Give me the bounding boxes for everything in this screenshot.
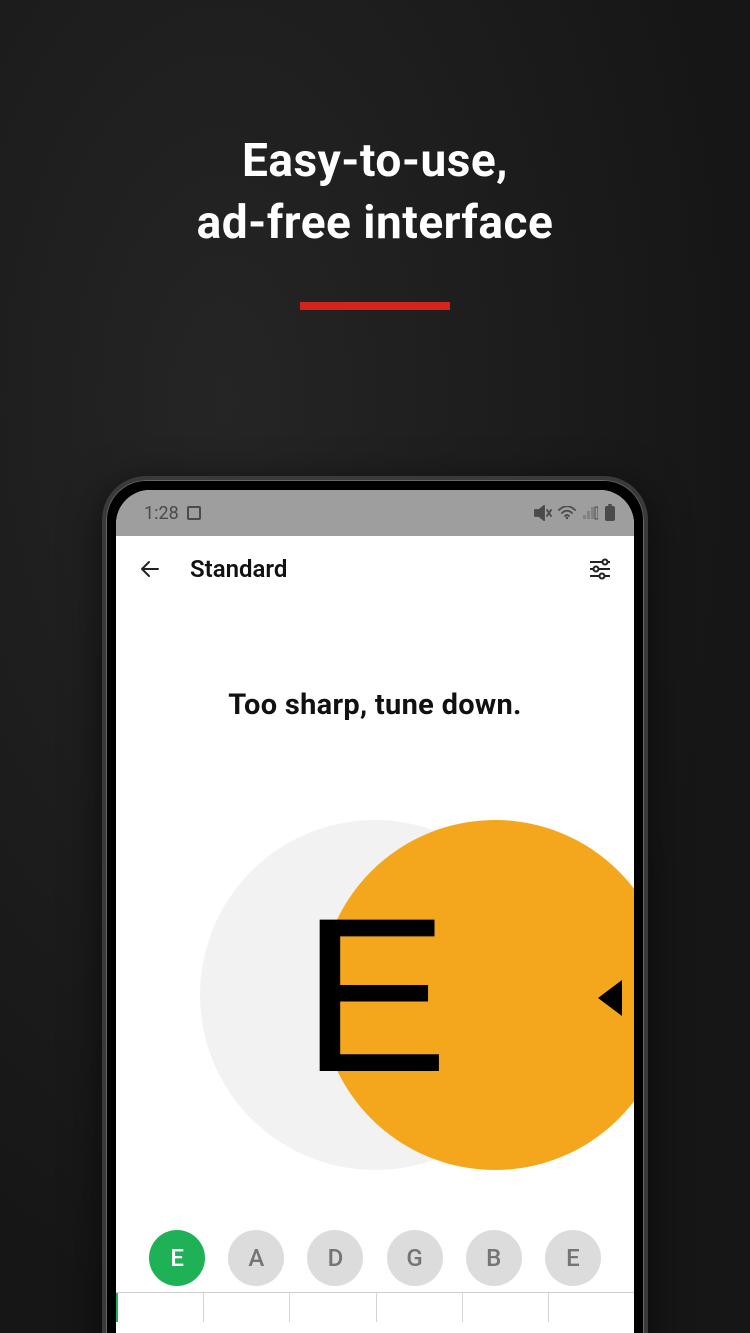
signal-icon bbox=[582, 506, 598, 520]
back-icon[interactable] bbox=[138, 557, 162, 581]
ruler-segment bbox=[463, 1293, 549, 1322]
tune-direction-arrow-icon bbox=[598, 980, 622, 1016]
phone-mockup: 1:28 Standard Too sharp, tune down. E bbox=[102, 476, 648, 1333]
phone-screen: 1:28 Standard Too sharp, tune down. E bbox=[116, 490, 634, 1333]
ruler-segment bbox=[549, 1293, 634, 1322]
phone-side-button bbox=[102, 620, 104, 690]
wifi-icon bbox=[558, 506, 576, 520]
promo-headline: Easy-to-use, ad-free interface bbox=[0, 130, 750, 310]
string-button-a[interactable]: A bbox=[228, 1230, 284, 1286]
status-time: 1:28 bbox=[144, 503, 179, 524]
string-button-d[interactable]: D bbox=[307, 1230, 363, 1286]
ruler-segment bbox=[204, 1293, 290, 1322]
promo-line-1: Easy-to-use, bbox=[242, 134, 508, 188]
app-header: Standard bbox=[116, 536, 634, 602]
mute-icon bbox=[534, 505, 552, 521]
ruler-segment bbox=[290, 1293, 376, 1322]
string-selector: E A D G B E bbox=[116, 1230, 634, 1286]
ruler-segment bbox=[116, 1293, 204, 1322]
phone-side-button bbox=[646, 660, 648, 750]
phone-side-button bbox=[102, 710, 104, 755]
current-note-letter: E bbox=[200, 820, 550, 1170]
tuning-title: Standard bbox=[190, 555, 560, 583]
accent-underline bbox=[300, 302, 450, 310]
string-button-b[interactable]: B bbox=[466, 1230, 522, 1286]
string-button-e-high[interactable]: E bbox=[545, 1230, 601, 1286]
promo-line-2: ad-free interface bbox=[197, 196, 554, 250]
battery-icon bbox=[604, 504, 616, 522]
tuning-status-message: Too sharp, tune down. bbox=[116, 688, 634, 722]
tuning-ruler bbox=[116, 1292, 634, 1322]
picture-icon bbox=[187, 506, 201, 520]
status-bar: 1:28 bbox=[116, 490, 634, 536]
ruler-segment bbox=[377, 1293, 463, 1322]
settings-sliders-icon[interactable] bbox=[588, 558, 612, 580]
string-button-e-low[interactable]: E bbox=[149, 1230, 205, 1286]
string-button-g[interactable]: G bbox=[387, 1230, 443, 1286]
tuner-area: Too sharp, tune down. E E A D G B E bbox=[116, 602, 634, 1322]
